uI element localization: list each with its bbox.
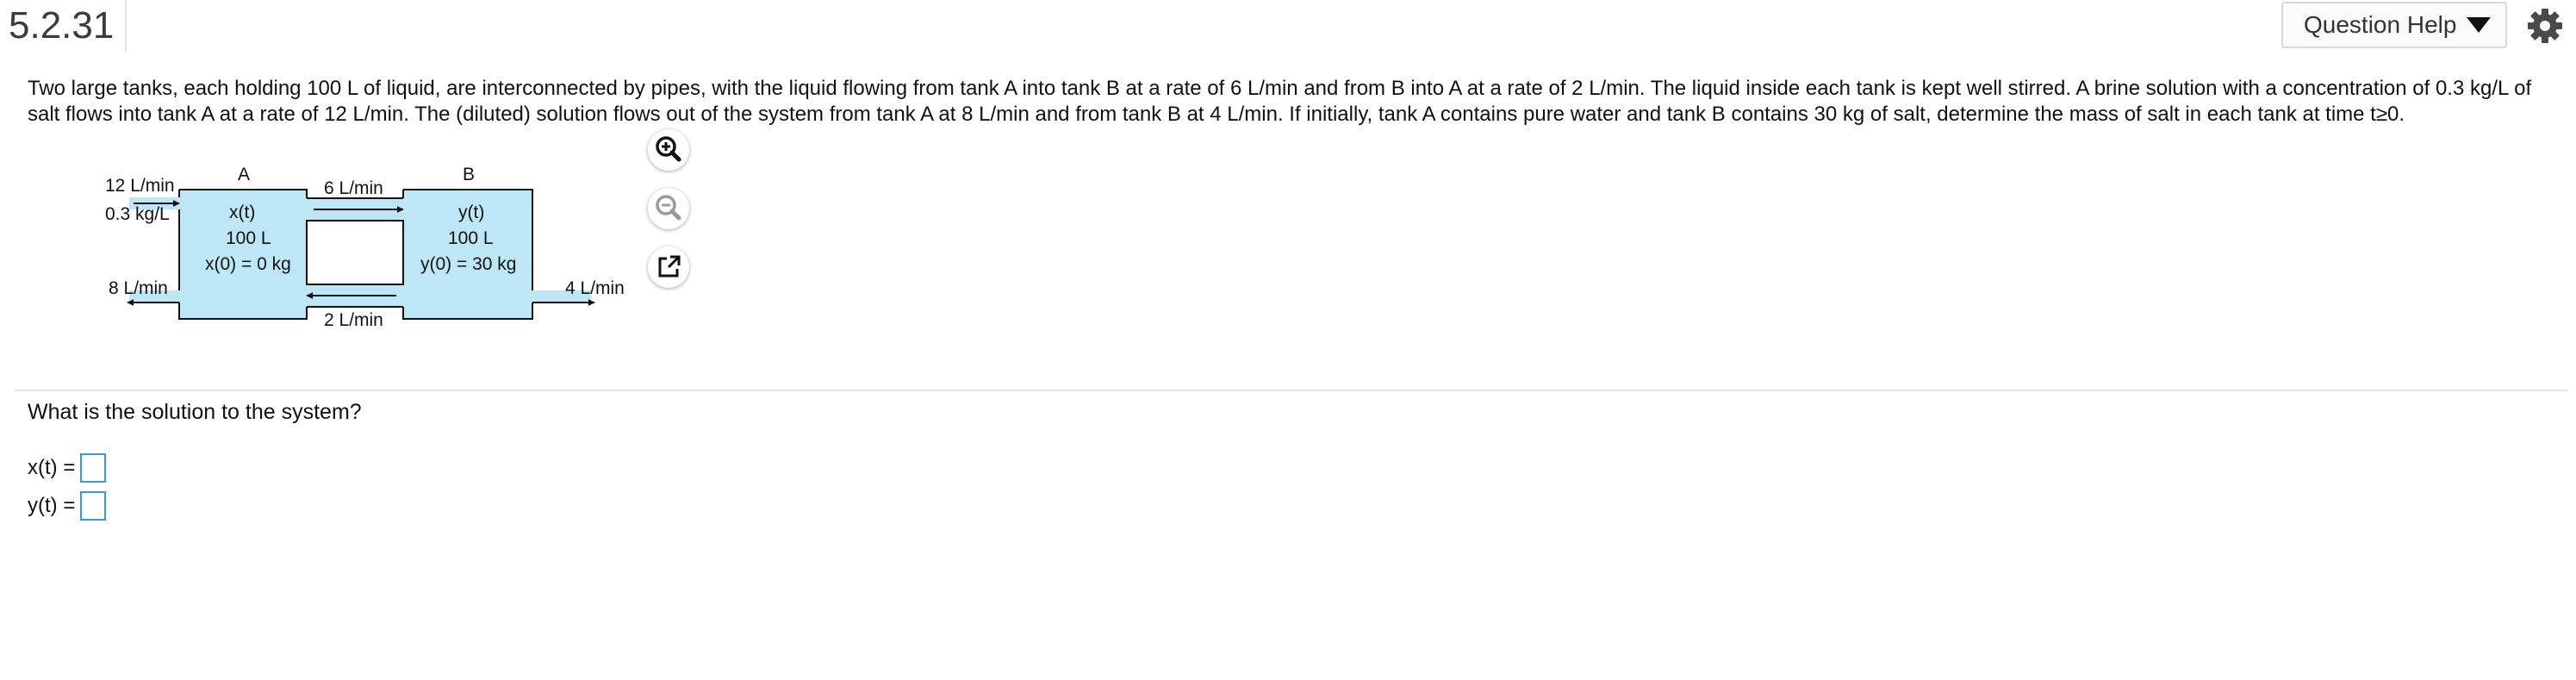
problem-statement: Two large tanks, each holding 100 L of l…	[28, 77, 2532, 126]
outflow-a-label: 8 L/min	[109, 278, 168, 298]
tank-a-volume: 100 L	[226, 228, 271, 248]
section-divider	[14, 390, 2567, 391]
outflow-b-label: 4 L/min	[565, 278, 625, 298]
answer-row-x: x(t) =	[28, 453, 107, 483]
a-to-b-rate-label: 6 L/min	[324, 178, 383, 198]
answer-row-y: y(t) =	[28, 491, 107, 521]
gear-icon[interactable]	[2526, 7, 2564, 45]
open-new-window-icon[interactable]	[648, 246, 689, 288]
tank-a-variable: x(t)	[229, 203, 255, 222]
tank-a-label: A	[238, 165, 250, 184]
question-header: 5.2.31 Question Help	[0, 0, 2576, 52]
question-number: 5.2.31	[9, 4, 115, 47]
tank-a-initial: x(0) = 0 kg	[205, 254, 291, 274]
inflow-concentration-label: 0.3 kg/L	[105, 204, 170, 224]
zoom-in-icon[interactable]	[648, 129, 689, 171]
zoom-out-icon[interactable]	[648, 188, 689, 229]
answer-input-x[interactable]	[80, 453, 107, 483]
tank-b-volume: 100 L	[448, 228, 494, 248]
tank-b-initial: y(0) = 30 kg	[420, 254, 516, 274]
caret-down-icon	[2467, 17, 2492, 33]
inflow-rate-label: 12 L/min	[105, 176, 175, 196]
question-help-label: Question Help	[2304, 11, 2457, 38]
answer-label-y: y(t) =	[28, 494, 76, 517]
tank-b-label: B	[463, 165, 475, 184]
tank-diagram: A B 12 L/min 0.3 kg/L 6 L/min 2 L/min 8 …	[105, 165, 625, 330]
question-help-button[interactable]: Question Help	[2281, 2, 2507, 48]
answer-input-y[interactable]	[80, 491, 107, 521]
center-gap	[306, 220, 404, 285]
answer-label-x: x(t) =	[28, 456, 76, 479]
question-prompt: What is the solution to the system?	[28, 400, 362, 424]
b-to-a-rate-label: 2 L/min	[324, 310, 383, 330]
tank-b-variable: y(t)	[458, 203, 484, 222]
header-divider	[125, 0, 127, 52]
